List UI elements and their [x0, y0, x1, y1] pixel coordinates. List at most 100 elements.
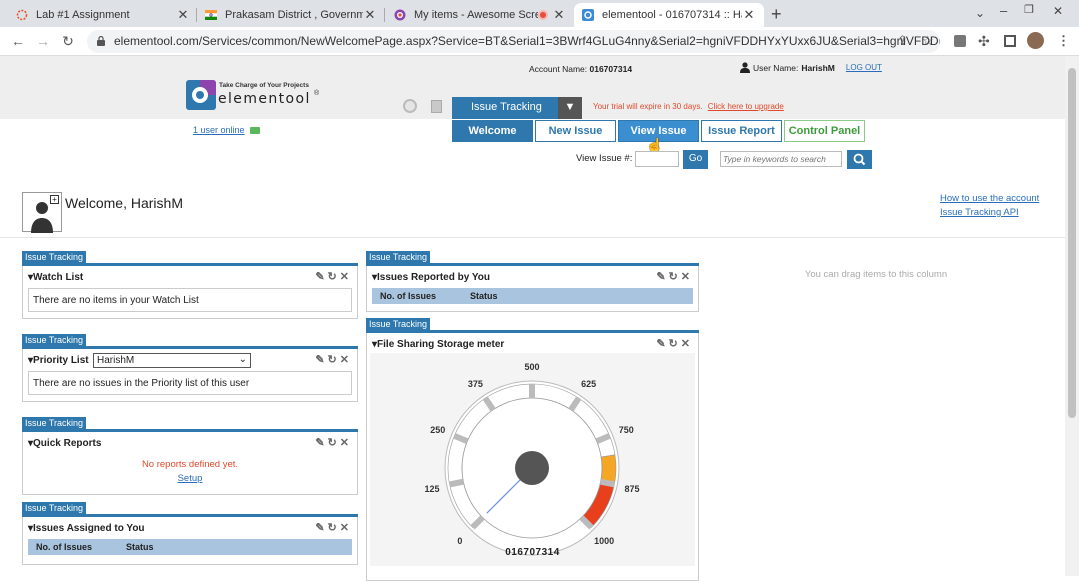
panel-title: Issues Assigned to You — [33, 523, 145, 534]
panel-title: Watch List — [33, 272, 84, 283]
gauge-tick-label: 500 — [524, 362, 539, 372]
api-link[interactable]: Issue Tracking API — [940, 207, 1019, 218]
reload-icon[interactable]: ↻ — [59, 33, 77, 50]
panel-tools[interactable]: ✎↻✕ — [656, 270, 693, 283]
browser-tab[interactable]: My items - Awesome Screenshot ✕ — [386, 3, 574, 27]
side-panel-icon[interactable] — [1004, 35, 1016, 47]
column-header: Status — [126, 542, 154, 552]
extension-icon[interactable] — [954, 35, 966, 47]
close-icon[interactable]: ✕ — [176, 7, 190, 23]
storage-meter-panel: Issue Tracking ▾File Sharing Storage met… — [366, 318, 699, 581]
browser-tab[interactable]: Lab #1 Assignment ✕ — [8, 3, 198, 27]
account-label: Account Name: — [529, 64, 588, 74]
address-bar[interactable]: elementool.com/Services/common/NewWelcom… — [87, 30, 940, 53]
back-icon[interactable]: ← — [9, 33, 27, 49]
alarm-clock-icon[interactable] — [403, 99, 417, 113]
keyword-search-input[interactable] — [720, 151, 842, 167]
browser-tab[interactable]: Prakasam District , Government of ✕ — [197, 3, 385, 27]
table-header: No. of Issues Status — [28, 539, 352, 555]
restore-icon[interactable]: ❐ — [1024, 3, 1034, 16]
trial-notice: Your trial will expire in 30 days. Click… — [593, 102, 784, 111]
bookmark-star-icon[interactable]: ☆ — [922, 33, 934, 49]
avatar[interactable]: + — [22, 192, 62, 233]
priority-list-panel: Issue Tracking ▾Priority List HarishM ⌄ … — [22, 334, 358, 402]
tab-control-panel[interactable]: Control Panel — [784, 120, 865, 142]
storage-gauge: 0 125 250 375 500 625 750 875 1000 — [424, 362, 640, 556]
view-issue-input[interactable] — [635, 151, 679, 167]
menu-icon[interactable]: ⋮ — [1057, 33, 1070, 49]
tab-title: My items - Awesome Screenshot — [414, 9, 538, 21]
close-icon[interactable]: ✕ — [363, 7, 377, 23]
scrollbar-thumb[interactable] — [1068, 68, 1076, 418]
panel-header[interactable]: ▾Issues Reported by You ✎↻✕ — [367, 266, 698, 288]
panel-header[interactable]: ▾Watch List ✎↻✕ — [23, 266, 357, 288]
tab-new-issue[interactable]: New Issue — [535, 120, 616, 142]
minimize-icon[interactable]: – — [1000, 3, 1007, 18]
url-text: elementool.com/Services/common/NewWelcom… — [114, 34, 940, 48]
page: Take Charge of Your Projects elementool … — [0, 56, 1065, 581]
divider — [0, 237, 1065, 238]
share-icon[interactable]: ⇪ — [897, 33, 908, 49]
panel-tools[interactable]: ✎↻✕ — [315, 436, 352, 449]
panel-tag: Issue Tracking — [22, 417, 87, 429]
how-to-link[interactable]: How to use the account — [940, 193, 1039, 204]
browser-tab-active[interactable]: elementool - 016707314 :: Harish ✕ — [574, 3, 764, 27]
setup-link[interactable]: Setup — [178, 473, 203, 484]
panel-header[interactable]: ▾Issues Assigned to You ✎↻✕ — [23, 517, 357, 539]
column-header: No. of Issues — [380, 291, 437, 301]
trial-text: Your trial will expire in 30 days. — [593, 102, 703, 111]
panel-title: Priority List — [33, 355, 89, 366]
gauge-tick-label: 625 — [581, 379, 596, 389]
gauge-tick-label: 750 — [619, 425, 634, 435]
user-label: User Name: — [753, 62, 799, 73]
profile-avatar[interactable] — [1027, 32, 1044, 49]
tab-welcome[interactable]: Welcome — [452, 120, 533, 142]
users-online-link[interactable]: 1 user online — [193, 125, 245, 135]
add-photo-icon[interactable]: + — [50, 195, 59, 204]
panel-tag: Issue Tracking — [22, 502, 87, 514]
service-select[interactable]: Issue Tracking ▼ — [452, 97, 582, 119]
chevron-down-icon: ⌄ — [238, 354, 247, 365]
close-window-icon[interactable]: ✕ — [1053, 4, 1063, 18]
lock-icon — [97, 35, 105, 46]
panel-header[interactable]: ▾File Sharing Storage meter ✎↻✕ — [367, 333, 698, 355]
gauge-area: 0 125 250 375 500 625 750 875 1000 016707314 — [370, 353, 695, 566]
gauge-tick-label: 375 — [468, 379, 483, 389]
service-select-value: Issue Tracking — [471, 101, 542, 113]
new-tab-icon[interactable]: + — [771, 4, 782, 25]
tab-title: Prakasam District , Government of — [225, 9, 363, 21]
logo-mark-icon — [186, 80, 216, 110]
close-icon[interactable]: ✕ — [552, 7, 566, 23]
panel-tools[interactable]: ✎↻✕ — [315, 353, 352, 366]
upgrade-link[interactable]: Click here to upgrade — [708, 102, 784, 111]
search-button[interactable] — [847, 150, 872, 169]
go-button[interactable]: Go — [683, 150, 708, 169]
gauge-tick-label: 125 — [424, 484, 439, 494]
table-header: No. of Issues Status — [372, 288, 693, 304]
logo-text: elementool — [218, 91, 311, 107]
scrollbar[interactable] — [1065, 56, 1079, 576]
panel-title: Quick Reports — [33, 438, 102, 449]
panel-tools[interactable]: ✎↻✕ — [656, 337, 693, 350]
chevron-down-icon[interactable]: ⌄ — [975, 6, 985, 20]
panel-tag: Issue Tracking — [366, 318, 431, 330]
chevron-down-icon[interactable]: ▼ — [558, 97, 582, 119]
panel-tools[interactable]: ✎↻✕ — [315, 270, 352, 283]
gauge-tick-label: 250 — [430, 425, 445, 435]
forward-icon[interactable]: → — [34, 33, 52, 49]
document-icon[interactable] — [431, 100, 442, 113]
gauge-tick-label: 0 — [457, 536, 462, 546]
tab-issue-report[interactable]: Issue Report — [701, 120, 782, 142]
priority-user-select[interactable]: HarishM ⌄ — [93, 353, 251, 368]
close-icon[interactable]: ✕ — [742, 7, 756, 23]
panel-header[interactable]: ▾Priority List HarishM ⌄ ✎↻✕ — [23, 349, 357, 371]
logout-link[interactable]: LOG OUT — [846, 63, 882, 72]
puzzle-icon[interactable]: ✣ — [978, 33, 990, 50]
user-icon — [740, 62, 750, 73]
issues-reported-panel: Issue Tracking ▾Issues Reported by You ✎↻… — [366, 251, 699, 312]
account-name: Account Name: 016707314 — [529, 64, 632, 74]
logo-tagline: Take Charge of Your Projects — [219, 82, 309, 89]
panel-tools[interactable]: ✎↻✕ — [315, 521, 352, 534]
gauge-hub — [515, 451, 549, 485]
panel-header[interactable]: ▾Quick Reports ✎↻✕ — [23, 432, 357, 454]
